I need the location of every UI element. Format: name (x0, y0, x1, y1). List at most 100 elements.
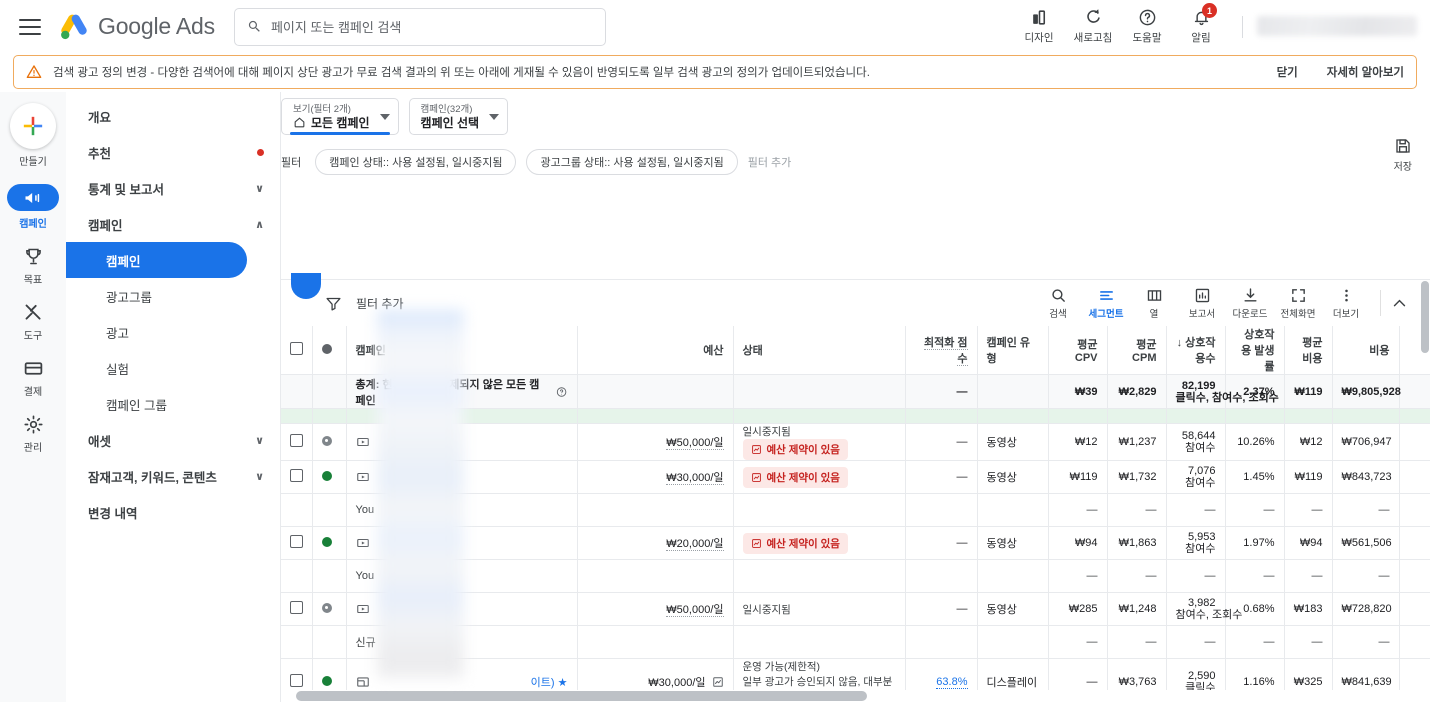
select-all-checkbox[interactable] (290, 342, 303, 355)
row-checkbox[interactable] (290, 469, 303, 482)
save-button[interactable]: 저장 (1394, 137, 1412, 173)
header-interactions[interactable]: ↓ 상호작용수 (1166, 326, 1226, 375)
campaigns-table-wrapper[interactable]: 캠페인 예산 상태 최적화 점수 캠페인 유형 평균 CPV 평균 CPM ↓ 상… (281, 326, 1430, 702)
campaign-selector[interactable]: 캠페인(32개) 캠페인 선택 (408, 98, 509, 135)
row-checkbox[interactable] (290, 674, 303, 687)
nav-subitem-adgroups[interactable]: 광고그룹 (66, 278, 280, 314)
refresh-button[interactable]: 새로고침 (1066, 8, 1120, 45)
header-campaign[interactable]: 캠페인 (346, 326, 578, 375)
toolbar-download-button[interactable]: 다운로드 (1226, 287, 1274, 320)
table-row[interactable]: ₩50,000/일 일시중지됨 — 동영상 ₩285 ₩1,248 3,982 … (281, 592, 1430, 626)
add-filter-link[interactable]: 필터 추가 (748, 154, 792, 170)
row-checkbox-cell[interactable] (281, 460, 313, 494)
header-interaction-rate[interactable]: 상호작용 발생률 (1225, 326, 1285, 375)
row-campaign-cell[interactable] (346, 423, 578, 461)
row-status-badge[interactable]: 예산 제약이 있음 (742, 532, 848, 554)
google-ads-logo[interactable]: Google Ads (59, 13, 215, 41)
row-status-dot-cell[interactable] (312, 460, 347, 494)
rail-item-campaigns[interactable]: 캠페인 (0, 184, 66, 230)
funnel-icon[interactable] (325, 295, 342, 312)
row-campaign-cell[interactable] (346, 460, 578, 494)
filter-chip-adgroup-status[interactable]: 광고그룹 상태:: 사용 설정됨, 일시중지됨 (526, 149, 738, 175)
row-status-dot-cell[interactable] (312, 423, 347, 461)
nav-item-recommendations[interactable]: 추천 (66, 134, 280, 170)
row-checkbox-cell[interactable] (281, 592, 313, 626)
horizontal-scrollbar-thumb[interactable] (296, 691, 867, 701)
chart-line-icon[interactable] (712, 676, 724, 688)
account-selector[interactable] (1242, 15, 1418, 38)
create-fab[interactable] (10, 103, 56, 149)
table-row[interactable]: ₩20,000/일 예산 제약이 있음 — 동영상 ₩94 ₩1,863 5,9… (281, 526, 1430, 560)
row-campaign-cell[interactable] (346, 592, 578, 626)
row-checkbox[interactable] (290, 535, 303, 548)
table-row[interactable]: You — — — — — — (281, 493, 1430, 527)
row-budget[interactable]: ₩20,000/일 (577, 526, 734, 560)
table-row-partial-top[interactable] (281, 408, 1430, 424)
row-campaign-cell[interactable]: You (346, 559, 578, 593)
toolbar-segment-button[interactable]: 세그먼트 (1082, 287, 1130, 320)
filter-chip-campaign-status[interactable]: 캠페인 상태:: 사용 설정됨, 일시중지됨 (315, 149, 517, 175)
row-budget[interactable]: ₩30,000/일 (577, 460, 734, 494)
nav-item-overview[interactable]: 개요 (66, 98, 280, 134)
create-button[interactable]: 만들기 (0, 103, 66, 168)
toolbar-add-filter-label[interactable]: 필터 추가 (356, 295, 404, 312)
help-button[interactable]: 도움말 (1120, 8, 1174, 45)
rail-item-billing[interactable]: 결제 (0, 358, 66, 398)
nav-subitem-experiments[interactable]: 실험 (66, 350, 280, 386)
row-campaign-name-tail[interactable]: 이트) ★ (531, 674, 568, 690)
toolbar-columns-button[interactable]: 열 (1130, 287, 1178, 320)
header-status[interactable]: 상태 (733, 326, 906, 375)
row-checkbox[interactable] (290, 434, 303, 447)
header-cost[interactable]: 비용 (1332, 326, 1400, 375)
table-row[interactable]: ₩30,000/일 예산 제약이 있음 — 동영상 ₩119 ₩1,732 7,… (281, 460, 1430, 494)
header-campaign-type[interactable]: 캠페인 유형 (977, 326, 1049, 375)
nav-item-assets[interactable]: 애셋 ∨ (66, 422, 280, 458)
nav-item-reports[interactable]: 통계 및 보고서 ∨ (66, 170, 280, 206)
row-budget[interactable]: ₩50,000/일 (577, 423, 734, 461)
header-select-all[interactable] (281, 326, 313, 375)
collapse-chevron-up-icon[interactable] (1391, 295, 1408, 312)
hamburger-icon[interactable] (19, 18, 41, 35)
nav-item-campaigns[interactable]: 캠페인 ∧ (66, 206, 280, 242)
rail-item-admin[interactable]: 관리 (0, 414, 66, 454)
alert-learn-more-button[interactable]: 자세히 알아보기 (1327, 64, 1404, 80)
row-checkbox[interactable] (290, 601, 303, 614)
nav-subitem-campaigns[interactable]: 캠페인 (66, 242, 247, 278)
table-row[interactable]: 신규 — — — — — — (281, 625, 1430, 659)
header-avg-cpv[interactable]: 평균 CPV (1048, 326, 1108, 375)
nav-subitem-ads[interactable]: 광고 (66, 314, 280, 350)
design-button[interactable]: 디자인 (1012, 8, 1066, 45)
nav-item-change-history[interactable]: 변경 내역 (66, 494, 280, 530)
row-status-badge[interactable]: 예산 제약이 있음 (742, 439, 848, 460)
row-budget[interactable]: ₩50,000/일 (577, 592, 734, 626)
header-optimization-score[interactable]: 최적화 점수 (905, 326, 978, 375)
row-campaign-cell[interactable]: 신규 (346, 625, 578, 659)
row-checkbox-cell[interactable] (281, 423, 313, 461)
view-selector[interactable]: 보기(필터 2개) 모든 캠페인 (281, 98, 399, 135)
nav-subitem-campaign-groups[interactable]: 캠페인 그룹 (66, 386, 280, 422)
toolbar-search-button[interactable]: 검색 (1034, 287, 1082, 320)
table-row[interactable]: ₩50,000/일 일시중지됨 예산 제약이 있음 — 동영상 ₩12 ₩1,2… (281, 423, 1430, 461)
row-status-dot-cell[interactable] (312, 592, 347, 626)
alert-dismiss-button[interactable]: 닫기 (1277, 64, 1298, 80)
search-input[interactable]: 페이지 또는 캠페인 검색 (233, 7, 606, 46)
nav-item-audiences[interactable]: 잠재고객, 키워드, 콘텐츠 ∨ (66, 458, 280, 494)
toolbar-fullscreen-button[interactable]: 전체화면 (1274, 287, 1322, 320)
header-avg-cost[interactable]: 평균 비용 (1284, 326, 1333, 375)
toolbar-reports-button[interactable]: 보고서 (1178, 287, 1226, 320)
row-status-badge[interactable]: 예산 제약이 있음 (742, 466, 848, 488)
row-status-dot-cell[interactable] (312, 526, 347, 560)
rail-item-tools[interactable]: 도구 (0, 302, 66, 342)
row-campaign-cell[interactable] (346, 526, 578, 560)
help-circle-icon[interactable] (556, 386, 567, 398)
row-campaign-cell[interactable]: You (346, 493, 578, 527)
header-avg-cpm[interactable]: 평균 CPM (1107, 326, 1167, 375)
rail-item-goals[interactable]: 목표 (0, 246, 66, 286)
row-checkbox-cell[interactable] (281, 526, 313, 560)
vertical-scrollbar-thumb[interactable] (1421, 281, 1429, 353)
notifications-button[interactable]: 1 알림 (1174, 3, 1228, 45)
header-budget[interactable]: 예산 (577, 326, 734, 375)
toolbar-more-button[interactable]: 더보기 (1322, 287, 1370, 320)
table-row[interactable]: You — — — — — — (281, 559, 1430, 593)
row-cost: — (1332, 493, 1400, 527)
